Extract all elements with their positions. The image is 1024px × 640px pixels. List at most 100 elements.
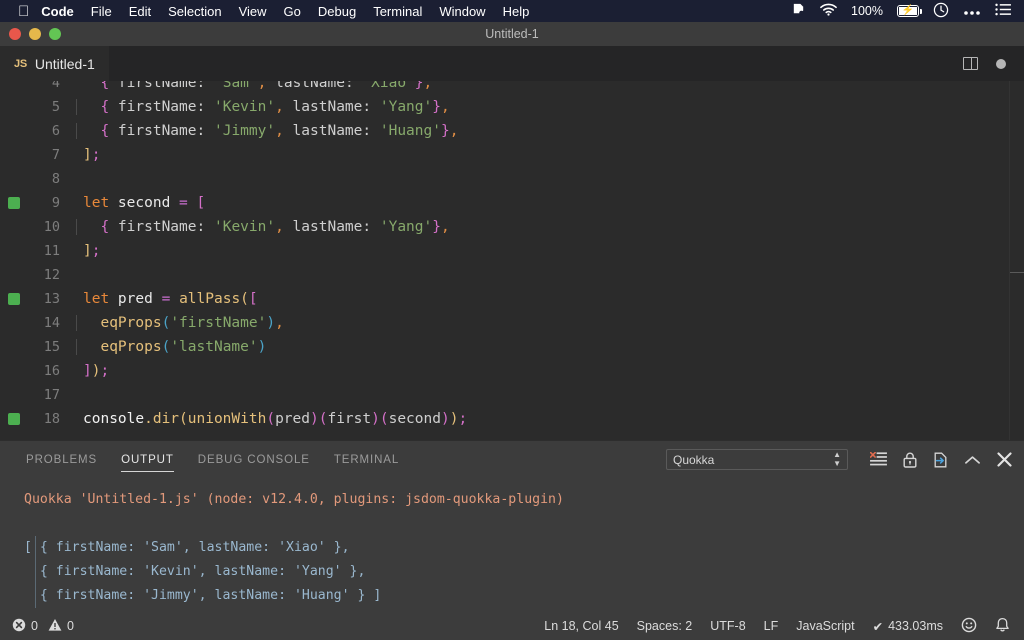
menu-item-window[interactable]: Window [439, 4, 485, 19]
macos-status-icons: 100% ⚡ [791, 2, 1016, 21]
code-token: ; [458, 411, 468, 427]
line-gutter: 16 [0, 359, 76, 383]
panel-tab-debug-console[interactable]: DEBUG CONSOLE [198, 441, 310, 478]
line-code: { firstName: 'Jimmy', lastName: 'Huang'}… [76, 123, 458, 139]
code-line[interactable]: 7]; [0, 143, 1024, 167]
menu-item-code[interactable]: Code [41, 4, 74, 19]
code-token: console [83, 411, 145, 427]
open-in-editor-icon[interactable] [933, 452, 948, 468]
coverage-indicator-icon[interactable] [8, 197, 20, 209]
maximize-panel-icon[interactable] [964, 454, 981, 466]
maximize-window-button[interactable] [49, 28, 61, 40]
code-token: } [440, 123, 450, 139]
line-number: 7 [51, 147, 60, 163]
code-token: allPass [179, 291, 241, 307]
indent-guide [76, 99, 77, 115]
status-eol[interactable]: LF [764, 619, 779, 633]
status-left-group: 0 0 [0, 618, 74, 635]
code-line[interactable]: 17 [0, 383, 1024, 407]
status-warnings[interactable]: 0 [48, 618, 74, 635]
code-token: .dir [144, 411, 180, 427]
menu-item-view[interactable]: View [239, 4, 267, 19]
output-line: { firstName: 'Kevin', lastName: 'Yang' }… [24, 564, 366, 579]
status-indentation[interactable]: Spaces: 2 [637, 619, 693, 633]
notifications-bell-icon[interactable] [995, 617, 1010, 636]
code-token: ) [310, 411, 319, 427]
status-cursor-position[interactable]: Ln 18, Col 45 [544, 619, 618, 633]
code-line[interactable]: 14 eqProps('firstName'), [0, 311, 1024, 335]
code-token: ; [91, 243, 101, 259]
status-language-mode[interactable]: JavaScript [796, 619, 854, 633]
code-line[interactable]: 6 { firstName: 'Jimmy', lastName: 'Huang… [0, 119, 1024, 143]
coverage-indicator-icon[interactable] [8, 293, 20, 305]
close-window-button[interactable] [9, 28, 21, 40]
code-line[interactable]: 18 console.dir(unionWith(pred)(first)(sec… [0, 407, 1024, 431]
feedback-smiley-icon[interactable] [961, 617, 977, 636]
code-token: , [275, 219, 284, 235]
macos-menu-bar:  Code File Edit Selection View Go Debug Termin… [0, 0, 1024, 22]
code-editor[interactable]: 4 { firstName: 'Sam', lastName: 'Xiao'},… [0, 81, 1024, 440]
panel-tab-terminal[interactable]: TERMINAL [334, 441, 399, 478]
code-token: ; [100, 363, 110, 379]
more-actions-dot-icon[interactable] [996, 58, 1006, 69]
ellipsis-icon[interactable] [963, 4, 981, 19]
code-token: } [414, 81, 424, 91]
code-token: 'Huang' [371, 123, 441, 139]
code-line[interactable]: 10 { firstName: 'Kevin', lastName: 'Yang… [0, 215, 1024, 239]
status-run-time[interactable]: ✔ 433.03ms [873, 619, 943, 634]
line-number: 4 [51, 81, 60, 91]
coverage-indicator-icon[interactable] [8, 413, 20, 425]
code-line[interactable]: 16]); [0, 359, 1024, 383]
menu-item-go[interactable]: Go [284, 4, 301, 19]
panel-tab-output[interactable]: OUTPUT [121, 441, 174, 478]
line-code: eqProps('firstName'), [76, 315, 284, 331]
code-token: ) [440, 411, 450, 427]
code-line[interactable]: 15 eqProps('lastName') [0, 335, 1024, 359]
apple-icon[interactable]:  [18, 4, 29, 19]
code-line[interactable]: 4 { firstName: 'Sam', lastName: 'Xiao'}, [0, 81, 1024, 95]
code-line[interactable]: 13 let pred = allPass([ [0, 287, 1024, 311]
clear-output-icon[interactable] [870, 452, 887, 467]
clock-icon[interactable] [933, 2, 949, 21]
code-token: , [275, 315, 284, 331]
code-line[interactable]: 11]; [0, 239, 1024, 263]
code-line[interactable]: 8 [0, 167, 1024, 191]
editor-vertical-scrollbar[interactable] [1010, 81, 1024, 440]
line-code: ]; [76, 243, 100, 259]
output-channel-select[interactable]: Quokka ▲ ▼ [666, 449, 848, 470]
minimize-window-button[interactable] [29, 28, 41, 40]
menu-item-selection[interactable]: Selection [168, 4, 221, 19]
code-token: : [344, 81, 354, 91]
menu-item-debug[interactable]: Debug [318, 4, 356, 19]
code-token: ] [83, 243, 92, 259]
macos-menu-items: Code File Edit Selection View Go Debug Terminal… [41, 4, 546, 19]
indent-guide [76, 219, 77, 235]
status-errors[interactable]: 0 [12, 618, 38, 635]
close-panel-icon[interactable] [997, 452, 1012, 467]
code-line[interactable]: 9 let second = [ [0, 191, 1024, 215]
menu-item-terminal[interactable]: Terminal [373, 4, 422, 19]
code-line[interactable]: 12 [0, 263, 1024, 287]
tab-untitled-1[interactable]: JS Untitled-1 [0, 46, 109, 81]
line-gutter: 17 [0, 383, 76, 407]
line-gutter: 4 [0, 81, 76, 95]
menu-item-file[interactable]: File [91, 4, 112, 19]
line-number: 14 [43, 315, 60, 331]
error-icon [12, 618, 26, 635]
status-encoding[interactable]: UTF-8 [710, 619, 745, 633]
code-token: 'Sam' [205, 81, 258, 91]
indent-guide [76, 315, 77, 331]
menu-item-edit[interactable]: Edit [129, 4, 151, 19]
split-editor-icon[interactable] [963, 57, 978, 70]
code-line[interactable]: 5 { firstName: 'Kevin', lastName: 'Yang'… [0, 95, 1024, 119]
shape-icon[interactable] [791, 2, 806, 20]
list-icon[interactable] [995, 3, 1012, 19]
lock-scrolling-icon[interactable] [903, 452, 917, 468]
code-token: lastName [283, 123, 363, 139]
code-token: ( [266, 411, 276, 427]
menu-item-help[interactable]: Help [503, 4, 530, 19]
battery-charging-icon[interactable]: ⚡ [897, 5, 922, 17]
panel-tab-problems[interactable]: PROBLEMS [26, 441, 97, 478]
wifi-icon[interactable] [820, 3, 837, 19]
code-token: pred [109, 291, 162, 307]
